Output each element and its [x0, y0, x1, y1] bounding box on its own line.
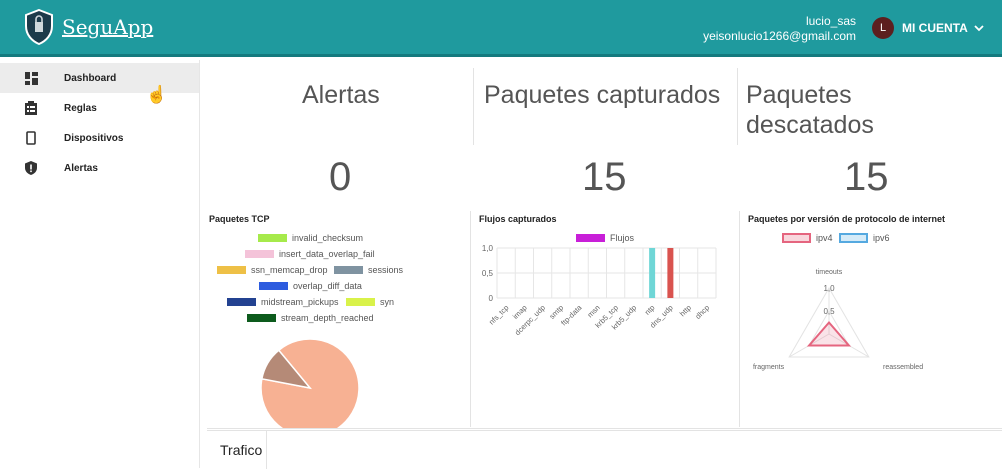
sidebar-item-label: Dispositivos — [64, 132, 124, 144]
bar — [649, 248, 656, 298]
legend-label: syn — [380, 297, 395, 307]
stat-title-line2: descatados — [746, 111, 874, 139]
device-icon — [24, 131, 38, 145]
sidebar-item-reglas[interactable]: Reglas — [0, 93, 199, 123]
shield-alert-icon — [24, 161, 38, 175]
legend-swatch — [576, 234, 605, 242]
x-tick-label: ntp — [643, 303, 657, 317]
account-menu-button[interactable]: L MI CUENTA — [872, 17, 984, 39]
legend-item[interactable]: midstream_pickups — [227, 297, 339, 307]
stat-value: 15 — [582, 155, 627, 199]
legend-item[interactable]: syn — [346, 297, 394, 307]
legend-item[interactable]: stream_depth_reached — [247, 313, 374, 323]
legend-item[interactable]: ipv6 — [839, 233, 890, 243]
shield-logo-icon — [25, 9, 53, 45]
stat-card-alertas: Alertas 0 — [207, 60, 472, 210]
legend-label: sessions — [368, 265, 404, 275]
legend-swatch — [782, 233, 811, 243]
bar — [667, 248, 674, 298]
legend-item[interactable]: Flujos — [576, 233, 634, 243]
radar-series — [806, 320, 852, 347]
radar-tick-label: 1,0 — [823, 284, 835, 293]
brand[interactable]: SeguApp — [24, 9, 153, 45]
app-name[interactable]: SeguApp — [62, 15, 153, 39]
stat-card-paquetes-descatados: Paquetes descatados 15 — [738, 60, 1002, 210]
sidebar-item-alertas[interactable]: Alertas — [0, 153, 199, 183]
flujos-chart-panel: Flujos capturados Flujos 1,0 0,5 0 nfs_tcp i… — [479, 211, 737, 427]
tab-label: Trafico — [220, 442, 263, 458]
legend-label: insert_data_overlap_fail — [279, 249, 375, 259]
legend-swatch — [247, 314, 276, 322]
legend-item[interactable]: invalid_checksum — [258, 233, 363, 243]
legend-label: stream_depth_reached — [281, 313, 374, 323]
tab-trafico[interactable]: Trafico — [207, 431, 267, 469]
legend-item[interactable]: insert_data_overlap_fail — [245, 249, 375, 259]
radar-tick-label: 0,5 — [823, 307, 835, 316]
radar-axis-label: reassembled — [883, 364, 923, 371]
stat-title: Paquetes capturados — [484, 81, 721, 109]
sidebar-item-dashboard[interactable]: Dashboard ☝ — [0, 63, 199, 104]
stat-title: Alertas — [302, 81, 380, 109]
stat-value: 15 — [844, 155, 889, 199]
legend-label: ssn_memcap_drop — [251, 265, 328, 275]
radar-axis-label: timeouts — [816, 269, 843, 276]
radar-axis-label: fragments — [753, 364, 785, 371]
legend-swatch — [227, 298, 256, 306]
legend-item[interactable]: ipv4 — [782, 233, 833, 243]
sidebar-item-label: Dashboard — [64, 72, 117, 84]
legend-swatch — [259, 282, 288, 290]
divider — [739, 211, 740, 427]
legend-label: ipv6 — [873, 233, 890, 243]
chevron-down-icon — [974, 25, 984, 32]
legend-swatch — [245, 250, 274, 258]
stat-title: Paquetes descatados — [746, 80, 874, 140]
y-tick-label: 0,5 — [482, 269, 494, 278]
avatar: L — [872, 17, 894, 39]
user-email: yeisonlucio1266@gmail.com — [703, 29, 856, 43]
sidebar-item-dispositivos[interactable]: Dispositivos — [0, 123, 199, 153]
x-tick-label: ftp-data — [559, 302, 584, 327]
legend-swatch — [839, 233, 868, 243]
legend-label: overlap_diff_data — [293, 281, 362, 291]
chart-title: Paquetes TCP — [209, 214, 270, 224]
account-label: MI CUENTA — [902, 21, 968, 35]
stat-title-line1: Paquetes — [746, 81, 852, 109]
legend-label: ipv4 — [816, 233, 833, 243]
tcp-pie-chart — [260, 338, 360, 428]
stat-card-paquetes-capturados: Paquetes capturados 15 — [474, 60, 736, 210]
legend-label: invalid_checksum — [292, 233, 364, 243]
legend-label: midstream_pickups — [261, 297, 339, 307]
x-tick-label: http — [678, 303, 693, 318]
dashboard-icon — [24, 71, 38, 85]
legend-swatch — [217, 266, 246, 274]
chart-title: Paquetes por versión de protocolo de int… — [748, 214, 946, 224]
protocol-radar-chart: 1,0 0,5 timeouts fragments reassembled — [753, 269, 923, 371]
x-tick-label: dhcp — [693, 303, 711, 321]
user-info: lucio_sas yeisonlucio1266@gmail.com — [703, 14, 856, 44]
sidebar-item-label: Alertas — [64, 162, 98, 174]
trafico-card: Trafico — [207, 430, 1002, 469]
top-bar: SeguApp lucio_sas yeisonlucio1266@gmail.… — [0, 0, 1002, 57]
stat-value: 0 — [329, 155, 352, 199]
clipboard-icon — [24, 101, 38, 115]
legend-swatch — [334, 266, 363, 274]
tcp-chart-panel: Paquetes TCP invalid_checksum insert_dat… — [209, 211, 469, 428]
username: lucio_sas — [805, 14, 856, 28]
sidebar-item-label: Reglas — [64, 102, 97, 114]
sidebar: Dashboard ☝ Reglas Dispositivos Alertas — [0, 60, 200, 468]
flujos-bar-chart: 1,00,50nfs_tcp imapdcerpc_udp smtpftp-data… — [482, 244, 717, 337]
legend-item[interactable]: sessions — [334, 265, 403, 275]
divider — [470, 211, 471, 427]
legend-item[interactable]: overlap_diff_data — [259, 281, 362, 291]
legend-swatch — [258, 234, 287, 242]
x-tick-label: nfs_tcp — [487, 303, 510, 326]
y-tick-label: 0 — [489, 294, 494, 303]
legend-swatch — [346, 298, 375, 306]
legend-item[interactable]: ssn_memcap_drop — [217, 265, 328, 275]
divider — [207, 428, 1002, 429]
chart-title: Flujos capturados — [479, 214, 557, 224]
legend-label: Flujos — [610, 233, 635, 243]
y-tick-label: 1,0 — [482, 244, 494, 253]
protocol-chart-panel: Paquetes por versión de protocolo de int… — [748, 211, 1002, 427]
